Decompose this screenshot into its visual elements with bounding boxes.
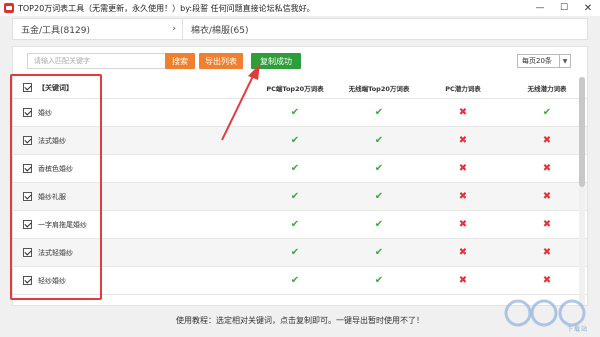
scrollbar-thumb[interactable] xyxy=(579,77,585,187)
check-icon: ✔ xyxy=(374,275,384,286)
mark-cell: ✔ xyxy=(337,275,421,286)
header-pc-potential: PC潜力词表 xyxy=(445,84,481,93)
cross-icon: ✖ xyxy=(542,219,552,230)
mark-cell: ✖ xyxy=(505,191,587,202)
mark-cell: ✖ xyxy=(505,163,587,174)
search-button[interactable]: 搜索 xyxy=(165,53,195,69)
cross-icon: ✖ xyxy=(542,247,552,258)
check-icon: ✔ xyxy=(290,219,300,230)
maximize-icon[interactable]: ☐ xyxy=(552,0,576,16)
mark-cell: ✔ xyxy=(337,163,421,174)
check-icon: ✔ xyxy=(374,107,384,118)
mark-cell: ✔ xyxy=(253,247,337,258)
category-label: 五金/工具(8129) xyxy=(21,25,90,36)
chevron-down-icon[interactable]: ▼ xyxy=(559,55,570,67)
minimize-icon[interactable]: — xyxy=(528,0,552,16)
chevron-right-icon: › xyxy=(172,24,176,34)
check-icon: ✔ xyxy=(290,163,300,174)
mark-cell: ✖ xyxy=(421,219,505,230)
mark-cell: ✖ xyxy=(505,219,587,230)
mark-cell: ✖ xyxy=(421,275,505,286)
mark-cell: ✔ xyxy=(337,219,421,230)
mark-cell: ✖ xyxy=(421,107,505,118)
check-icon: ✔ xyxy=(290,191,300,202)
vertical-scrollbar[interactable] xyxy=(579,77,585,305)
mark-cell: ✔ xyxy=(505,107,587,118)
check-icon: ✔ xyxy=(374,191,384,202)
mark-cell: ✔ xyxy=(253,191,337,202)
app-icon xyxy=(4,3,14,13)
category-label: 棉衣/棉服(65) xyxy=(191,25,249,36)
toolbar: 搜索 导出列表 复制成功 每页20条 ▼ xyxy=(13,47,587,75)
check-icon: ✔ xyxy=(290,247,300,258)
check-icon: ✔ xyxy=(290,275,300,286)
check-icon: ✔ xyxy=(290,135,300,146)
cross-icon: ✖ xyxy=(458,191,468,202)
category-bar: 五金/工具(8129) › 棉衣/棉服(65) xyxy=(12,18,588,40)
header-wireless-potential: 无线潜力词表 xyxy=(527,84,567,93)
mark-cell: ✖ xyxy=(421,135,505,146)
check-icon: ✔ xyxy=(290,107,300,118)
window-controls: — ☐ ✕ xyxy=(528,0,600,16)
cross-icon: ✖ xyxy=(458,107,468,118)
cross-icon: ✖ xyxy=(458,275,468,286)
cross-icon: ✖ xyxy=(458,219,468,230)
cross-icon: ✖ xyxy=(542,191,552,202)
watermark-text: 下载站 xyxy=(566,326,588,333)
mark-cell: ✔ xyxy=(337,135,421,146)
title-bar: TOP20万词表工具（无需更新，永久使用！）by:段誓 任何问题直接论坛私信我好… xyxy=(0,0,600,16)
mark-cell: ✖ xyxy=(505,275,587,286)
mark-cell: ✖ xyxy=(421,191,505,202)
cross-icon: ✖ xyxy=(458,163,468,174)
check-icon: ✔ xyxy=(374,163,384,174)
cross-icon: ✖ xyxy=(542,275,552,286)
check-icon: ✔ xyxy=(374,135,384,146)
check-icon: ✔ xyxy=(374,247,384,258)
cross-icon: ✖ xyxy=(458,135,468,146)
mark-cell: ✖ xyxy=(505,247,587,258)
mark-cell: ✔ xyxy=(337,247,421,258)
per-page-select[interactable]: 每页20条 ▼ xyxy=(517,54,571,68)
header-wireless-top: 无线端Top20万词表 xyxy=(348,84,410,93)
per-page-value: 每页20条 xyxy=(522,57,552,65)
cross-icon: ✖ xyxy=(542,135,552,146)
category-tab-hardware[interactable]: 五金/工具(8129) › xyxy=(13,18,183,40)
search-input[interactable] xyxy=(27,53,171,69)
mark-cell: ✔ xyxy=(337,191,421,202)
highlight-arrow xyxy=(221,64,260,141)
mark-cell: ✔ xyxy=(253,275,337,286)
mark-cell: ✔ xyxy=(253,163,337,174)
mark-cell: ✖ xyxy=(421,247,505,258)
cross-icon: ✖ xyxy=(458,247,468,258)
mark-cell: ✖ xyxy=(505,135,587,146)
category-tab-cotton-coat[interactable]: 棉衣/棉服(65) xyxy=(183,18,363,40)
mark-cell: ✔ xyxy=(253,219,337,230)
mark-cell: ✖ xyxy=(421,163,505,174)
cross-icon: ✖ xyxy=(542,163,552,174)
check-icon: ✔ xyxy=(374,219,384,230)
mark-cell: ✔ xyxy=(337,107,421,118)
window-title: TOP20万词表工具（无需更新，永久使用！）by:段誓 任何问题直接论坛私信我好… xyxy=(18,3,315,13)
check-icon: ✔ xyxy=(542,107,552,118)
highlight-box xyxy=(10,74,102,300)
close-icon[interactable]: ✕ xyxy=(576,0,600,16)
